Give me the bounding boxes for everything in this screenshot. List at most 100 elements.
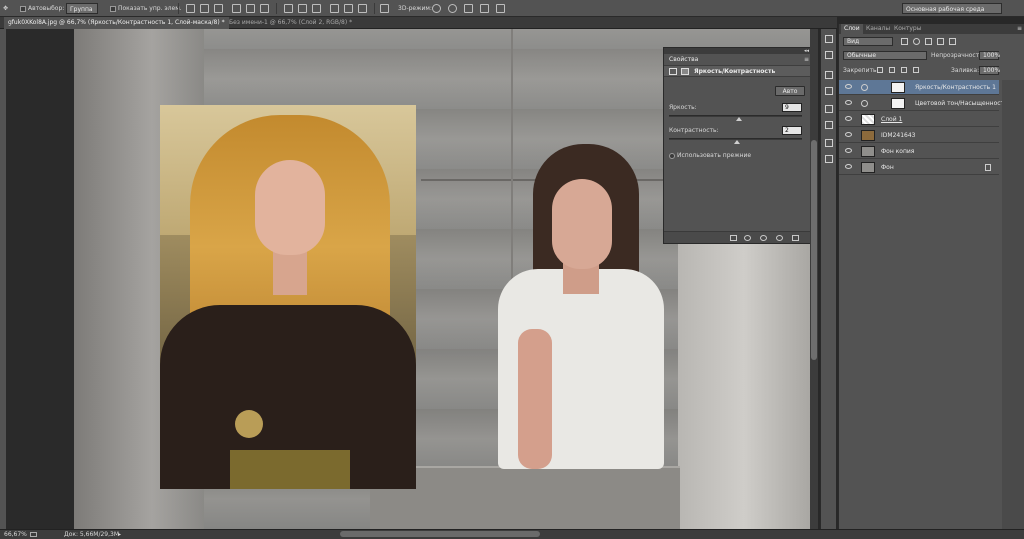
tab-layers[interactable]: Слои xyxy=(841,24,863,34)
layer-row[interactable]: Фон xyxy=(839,160,999,175)
clip-to-layer-icon[interactable] xyxy=(730,235,737,241)
align-top-icon[interactable] xyxy=(186,4,195,13)
visibility-eye-icon[interactable] xyxy=(845,84,852,89)
layer-name[interactable]: IDM241643 xyxy=(881,128,915,143)
fill-input[interactable]: 100% xyxy=(979,66,1000,75)
distribute-center-icon[interactable] xyxy=(344,4,353,13)
layer-row[interactable]: Слой 1 xyxy=(839,112,999,127)
tab-paths[interactable]: Контуры xyxy=(891,24,924,34)
filter-pixel-icon[interactable] xyxy=(901,38,908,45)
tab-document-1[interactable]: gfuk0XKol8A.jpg @ 66,7% (Яркость/Контрас… xyxy=(4,17,229,29)
distribute-middle-icon[interactable] xyxy=(298,4,307,13)
panel-menu-icon[interactable]: ≡ xyxy=(804,56,809,63)
lock-all-icon[interactable] xyxy=(913,67,919,73)
lock-transparent-icon[interactable] xyxy=(877,67,883,73)
scale-3d-icon[interactable] xyxy=(496,4,505,13)
collapse-icon[interactable]: ◂◂ xyxy=(804,48,809,54)
layer-thumbnail[interactable] xyxy=(861,146,875,157)
brightness-input[interactable]: 9 xyxy=(782,103,802,112)
auto-button[interactable]: Авто xyxy=(775,86,805,96)
properties-icon[interactable] xyxy=(825,71,833,79)
actions-icon[interactable] xyxy=(825,51,833,59)
properties-tab[interactable]: Свойства xyxy=(666,55,702,64)
tab-document-2[interactable]: Без имени-1 @ 66,7% (Слой 2, RGB/8) * xyxy=(225,17,356,29)
layer-row[interactable]: Фон копия xyxy=(839,144,999,159)
opacity-input[interactable]: 100% xyxy=(979,51,1000,60)
horizontal-scrollbar-thumb[interactable] xyxy=(340,531,540,537)
pendant xyxy=(235,410,263,438)
lock-position-icon[interactable] xyxy=(901,67,907,73)
status-menu-icon[interactable]: ▸ xyxy=(118,530,121,539)
workspace-dropdown[interactable]: Основная рабочая среда xyxy=(902,3,1002,14)
layer-name[interactable]: Слой 1 xyxy=(881,112,902,127)
history-icon[interactable] xyxy=(825,35,833,43)
layer-row[interactable]: IDM241643 xyxy=(839,128,999,143)
layer-row[interactable]: Цветовой тон/Насыщенност... xyxy=(839,96,1010,111)
filter-adjustment-icon[interactable] xyxy=(913,38,920,45)
vertical-scrollbar-thumb[interactable] xyxy=(811,140,817,360)
contrast-input[interactable]: 2 xyxy=(782,126,802,135)
align-right-icon[interactable] xyxy=(260,4,269,13)
move-tool-icon[interactable]: ✥ xyxy=(3,3,15,14)
layer-name[interactable]: Фон копия xyxy=(881,144,914,159)
layers-scrollbar[interactable] xyxy=(1002,80,1024,530)
roll-3d-icon[interactable] xyxy=(448,4,457,13)
info-icon[interactable] xyxy=(825,87,833,95)
delete-icon[interactable] xyxy=(792,235,799,241)
filter-shape-icon[interactable] xyxy=(937,38,944,45)
legacy-label: Использовать прежние xyxy=(677,152,752,159)
layer-thumbnail[interactable] xyxy=(861,130,875,141)
drag-3d-icon[interactable] xyxy=(464,4,473,13)
layer-mask-thumbnail[interactable] xyxy=(891,98,905,109)
slide-3d-icon[interactable] xyxy=(480,4,489,13)
visibility-icon[interactable] xyxy=(776,235,783,241)
distribute-right-icon[interactable] xyxy=(358,4,367,13)
view-previous-icon[interactable] xyxy=(744,235,751,241)
autoselect-checkbox[interactable]: Автовыбор: xyxy=(20,3,64,14)
visibility-eye-icon[interactable] xyxy=(845,100,852,105)
visibility-eye-icon[interactable] xyxy=(845,116,852,121)
layer-filter-dropdown[interactable]: Вид xyxy=(843,37,893,46)
visibility-eye-icon[interactable] xyxy=(845,164,852,169)
autoselect-dropdown[interactable]: Группа xyxy=(66,3,98,14)
mask-icon[interactable] xyxy=(681,68,689,75)
layer-name[interactable]: Цветовой тон/Насыщенност... xyxy=(915,96,1010,111)
lock-pixels-icon[interactable] xyxy=(889,67,895,73)
layer-thumbnail[interactable] xyxy=(861,162,875,173)
brightness-slider-thumb[interactable] xyxy=(736,117,743,121)
align-bottom-icon[interactable] xyxy=(214,4,223,13)
rotate-3d-icon[interactable] xyxy=(432,4,441,13)
panel-menu-icon[interactable]: ≡ xyxy=(1017,24,1022,34)
layer-thumbnail[interactable] xyxy=(861,114,875,125)
align-center-icon[interactable] xyxy=(246,4,255,13)
blend-mode-dropdown[interactable]: Обычные xyxy=(843,51,927,60)
contrast-slider-thumb[interactable] xyxy=(733,140,740,144)
legacy-checkbox[interactable]: Использовать прежние xyxy=(669,152,751,159)
visibility-eye-icon[interactable] xyxy=(845,132,852,137)
layer-row[interactable]: Яркость/Контрастность 1 xyxy=(839,80,999,95)
align-left-icon[interactable] xyxy=(232,4,241,13)
clone-source-icon[interactable] xyxy=(825,121,833,129)
auto-align-icon[interactable] xyxy=(380,4,389,13)
distribute-bottom-icon[interactable] xyxy=(312,4,321,13)
visibility-eye-icon[interactable] xyxy=(845,148,852,153)
pasted-photo-layer[interactable] xyxy=(160,105,416,489)
tab-channels[interactable]: Каналы xyxy=(863,24,893,34)
brushes-icon[interactable] xyxy=(825,105,833,113)
blurred-column xyxy=(678,239,810,529)
layer-mask-thumbnail[interactable] xyxy=(891,82,905,93)
filter-smart-object-icon[interactable] xyxy=(949,38,956,45)
filter-type-icon[interactable] xyxy=(925,38,932,45)
show-transform-checkbox[interactable]: Показать упр. элем. xyxy=(110,3,182,14)
options-bar: ✥ Автовыбор: Группа Показать упр. элем. … xyxy=(0,0,1024,17)
reset-icon[interactable] xyxy=(760,235,767,241)
layer-name[interactable]: Фон xyxy=(881,160,894,175)
export-icon[interactable] xyxy=(30,532,37,537)
paragraph-icon[interactable] xyxy=(825,139,833,147)
distribute-left-icon[interactable] xyxy=(330,4,339,13)
distribute-top-icon[interactable] xyxy=(284,4,293,13)
character-icon[interactable] xyxy=(825,155,833,163)
align-middle-icon[interactable] xyxy=(200,4,209,13)
layer-name[interactable]: Яркость/Контрастность 1 xyxy=(915,80,996,95)
zoom-level[interactable]: 66,67% xyxy=(4,530,27,539)
